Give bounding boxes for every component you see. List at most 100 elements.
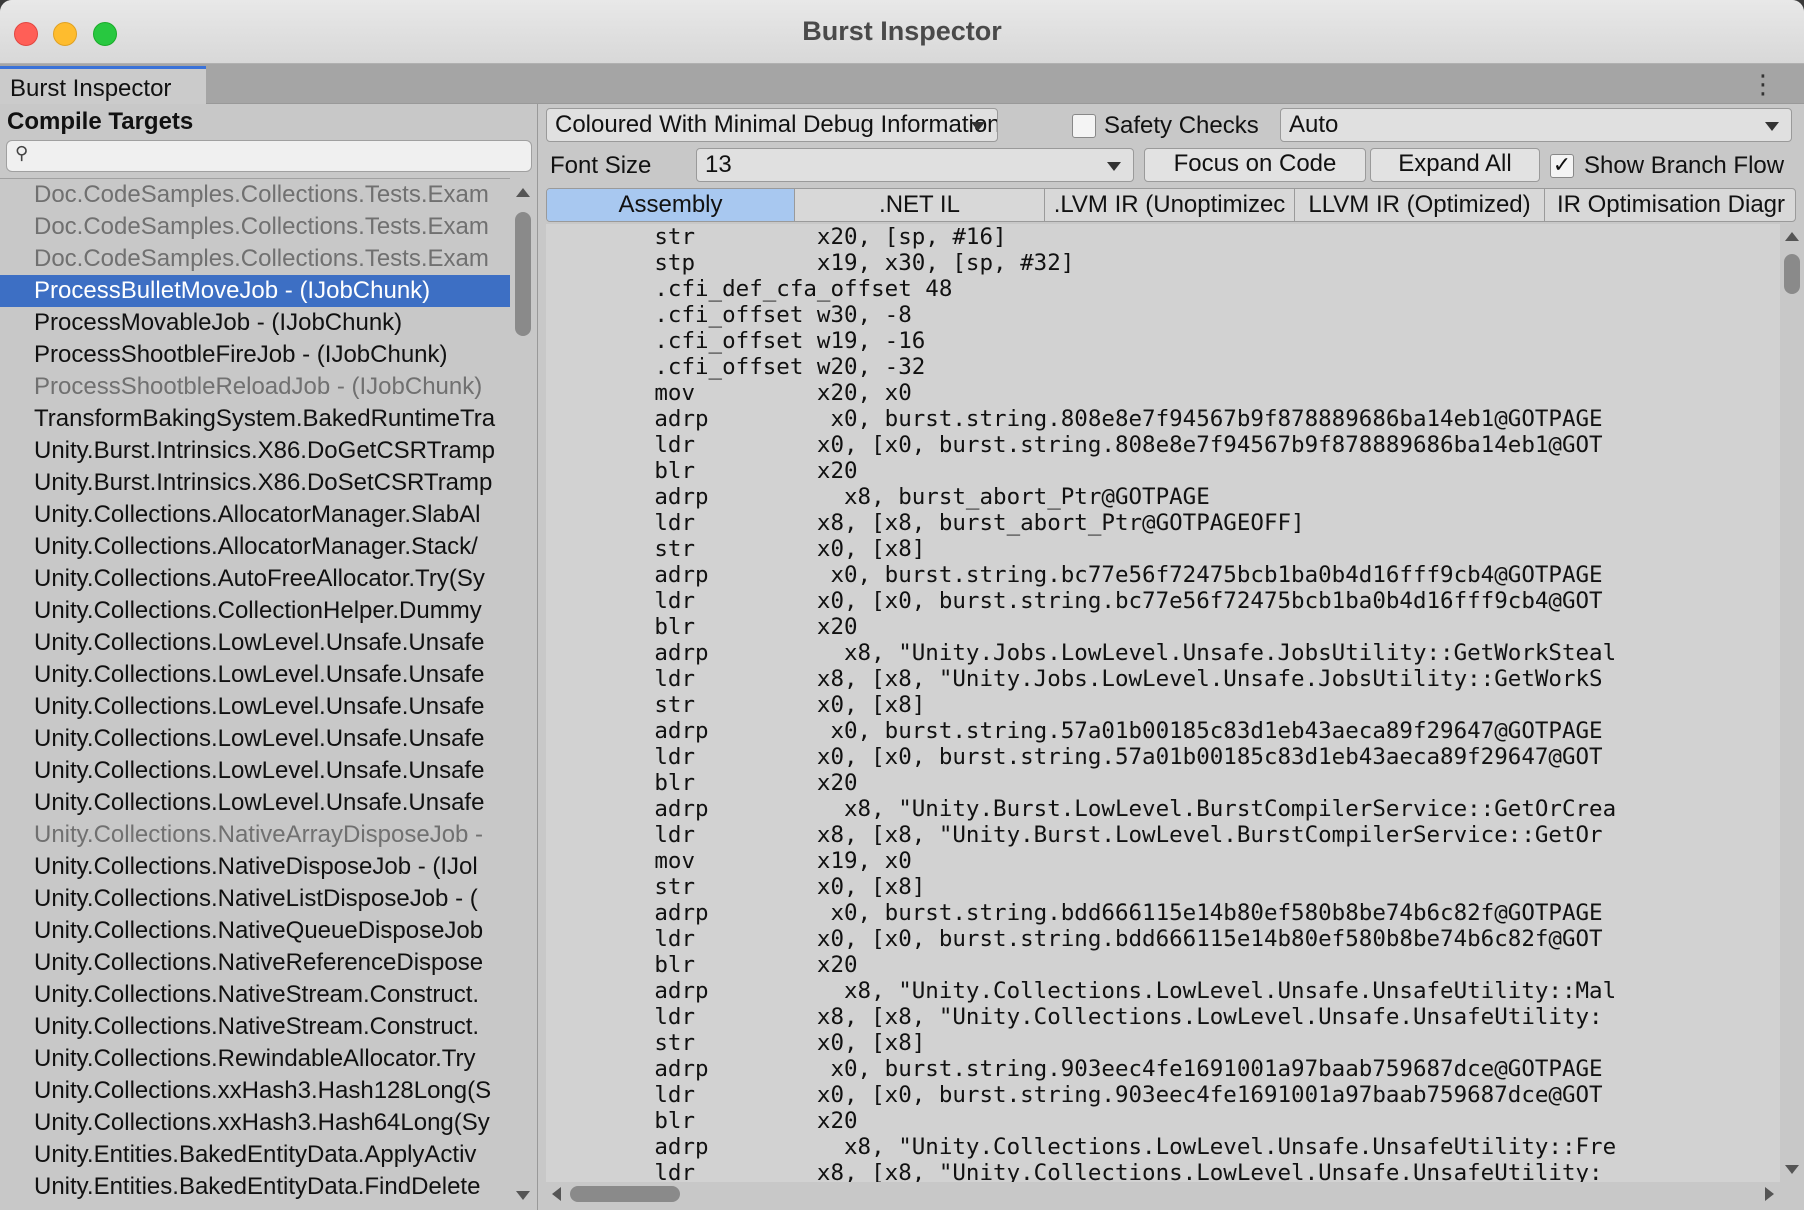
compile-target-item[interactable]: Unity.Burst.Intrinsics.X86.DoGetCSRTramp [0,435,510,467]
expand-all-button[interactable]: Expand All [1370,148,1540,182]
compile-target-item[interactable]: Unity.Collections.AllocatorManager.SlabA… [0,499,510,531]
compile-targets-panel: Compile Targets ⚲ Doc.CodeSamples.Collec… [0,104,538,1210]
compile-target-item[interactable]: Unity.Collections.LowLevel.Unsafe.Unsafe [0,787,510,819]
code-line: adrp x0, burst.string.bc77e56f72475bcb1b… [546,562,1603,588]
show-branch-flow-label: Show Branch Flow [1584,152,1785,179]
compile-target-item[interactable]: ProcessBulletMoveJob - (IJobChunk) [0,275,510,307]
code-line: blr x20 [546,1108,858,1134]
focus-on-code-button[interactable]: Focus on Code [1144,148,1366,182]
code-horizontal-scrollbar[interactable] [546,1182,1780,1206]
tab-llvm-ir-unoptimized[interactable]: .LVM IR (Unoptimizec [1045,189,1295,221]
compile-target-item[interactable]: Unity.Collections.AllocatorManager.Stack… [0,531,510,563]
code-line: .cfi_offset w30, -8 [546,302,912,328]
target-dropdown[interactable]: Auto [1280,108,1792,142]
scroll-thumb[interactable] [1784,254,1800,294]
burst-inspector-window: Burst Inspector Burst Inspector ⋮ Compil… [0,0,1804,1210]
code-line: ldr x0, [x0, burst.string.bc77e56f72475b… [546,588,1603,614]
scroll-down-arrow-icon[interactable] [516,1191,530,1200]
compile-target-item[interactable]: ProcessShootbleReloadJob - (IJobChunk) [0,371,510,403]
code-line: adrp x8, "Unity.Burst.LowLevel.BurstComp… [546,796,1617,822]
code-line: blr x20 [546,770,858,796]
chevron-down-icon [971,122,985,131]
targets-scrollbar[interactable] [512,178,536,1210]
compile-target-item[interactable]: Unity.Collections.NativeReferenceDispose [0,947,510,979]
compile-target-item[interactable]: Unity.Entities.BakedEntityData.ApplyActi… [0,1139,510,1171]
search-icon: ⚲ [15,143,29,163]
compile-target-item[interactable]: Unity.Collections.RewindableAllocator.Tr… [0,1043,510,1075]
code-line: ldr x0, [x0, burst.string.57a01b00185c83… [546,744,1603,770]
compile-target-item[interactable]: Unity.Collections.NativeStream.Construct… [0,979,510,1011]
font-size-dropdown[interactable]: 13 [696,148,1134,182]
scroll-left-arrow-icon[interactable] [552,1187,561,1201]
code-line: blr x20 [546,952,858,978]
search-input[interactable]: ⚲ [6,140,532,172]
compile-target-item[interactable]: ProcessShootbleFireJob - (IJobChunk) [0,339,510,371]
compile-target-item[interactable]: Unity.Collections.NativeDisposeJob - (IJ… [0,851,510,883]
output-mode-dropdown[interactable]: Coloured With Minimal Debug Information [546,108,998,142]
code-line: str x0, [x8] [546,1030,926,1056]
code-line: .cfi_offset w19, -16 [546,328,926,354]
compile-target-item[interactable]: Doc.CodeSamples.Collections.Tests.Exam [0,211,510,243]
code-line: mov x20, x0 [546,380,912,406]
code-line: blr x20 [546,614,858,640]
code-line: ldr x8, [x8, "Unity.Collections.LowLevel… [546,1004,1603,1030]
scroll-down-arrow-icon[interactable] [1785,1165,1799,1174]
font-size-label: Font Size [550,152,652,179]
compile-target-item[interactable]: Unity.Collections.xxHash3.Hash128Long(S [0,1075,510,1107]
code-line: .cfi_offset w20, -32 [546,354,926,380]
scroll-up-arrow-icon[interactable] [516,188,530,197]
output-mode-value: Coloured With Minimal Debug Information [555,111,998,138]
compile-target-item[interactable]: Unity.Collections.AutoFreeAllocator.Try(… [0,563,510,595]
compile-target-item[interactable]: Unity.Collections.NativeArrayDisposeJob … [0,819,510,851]
compile-target-item[interactable]: Unity.Burst.Intrinsics.X86.DoSetCSRTramp [0,467,510,499]
compile-target-item[interactable]: Unity.Collections.NativeStream.Construct… [0,1011,510,1043]
compile-target-item[interactable]: Unity.Collections.xxHash3.Hash64Long(Sy [0,1107,510,1139]
compile-target-item[interactable]: Unity.Collections.LowLevel.Unsafe.Unsafe [0,723,510,755]
safety-checks-checkbox[interactable] [1072,114,1096,138]
code-line: ldr x0, [x0, burst.string.808e8e7f94567b… [546,432,1603,458]
compile-target-item[interactable]: ProcessMovableJob - (IJobChunk) [0,307,510,339]
compile-target-item[interactable]: Unity.Collections.LowLevel.Unsafe.Unsafe [0,755,510,787]
compile-target-item[interactable]: Unity.Collections.CollectionHelper.Dummy [0,595,510,627]
code-line: adrp x8, "Unity.Collections.LowLevel.Uns… [546,978,1617,1004]
compile-target-item[interactable]: Doc.CodeSamples.Collections.Tests.Exam [0,243,510,275]
compile-targets-list: Doc.CodeSamples.Collections.Tests.Exam Do… [0,178,510,1210]
code-line: mov x19, x0 [546,848,912,874]
compile-target-item[interactable]: Unity.Collections.NativeListDisposeJob -… [0,883,510,915]
compile-target-item[interactable]: Unity.Collections.LowLevel.Unsafe.Unsafe [0,691,510,723]
chevron-down-icon [1107,162,1121,171]
compile-target-item[interactable]: Unity.Collections.LowLevel.Unsafe.Unsafe [0,659,510,691]
target-dropdown-value: Auto [1289,111,1339,138]
tab-assembly[interactable]: Assembly [547,189,795,221]
checkmark-icon: ✓ [1552,152,1572,177]
scroll-thumb[interactable] [515,212,531,336]
scroll-right-arrow-icon[interactable] [1765,1187,1774,1201]
tab-llvm-ir-optimized[interactable]: LLVM IR (Optimized) [1295,189,1545,221]
code-vertical-scrollbar[interactable] [1780,224,1804,1182]
code-line: adrp x8, burst_abort_Ptr@GOTPAGE [546,484,1210,510]
code-line: ldr x8, [x8, "Unity.Burst.LowLevel.Burst… [546,822,1603,848]
code-line: .cfi_def_cfa_offset 48 [546,276,953,302]
title-bar[interactable]: Burst Inspector [0,0,1804,64]
compile-target-item[interactable]: Unity.Collections.LowLevel.Unsafe.Unsafe [0,627,510,659]
show-branch-flow-checkbox[interactable]: ✓ [1550,154,1574,178]
code-line: ldr x8, [x8, burst_abort_Ptr@GOTPAGEOFF] [546,510,1305,536]
output-panel: Coloured With Minimal Debug Information … [540,104,1804,1210]
code-line: adrp x8, "Unity.Collections.LowLevel.Uns… [546,1134,1617,1160]
window-title: Burst Inspector [802,16,1002,46]
code-line: ldr x8, [x8, "Unity.Collections.LowLevel… [546,1160,1603,1182]
compile-target-item[interactable]: Unity.Collections.NativeQueueDisposeJob [0,915,510,947]
code-line: ldr x8, [x8, "Unity.Jobs.LowLevel.Unsafe… [546,666,1603,692]
scroll-up-arrow-icon[interactable] [1785,232,1799,241]
scroll-thumb[interactable] [570,1186,680,1202]
more-options-icon[interactable]: ⋮ [1750,70,1776,98]
compile-target-item[interactable]: Unity.Entities.BakedEntityData.FindDelet… [0,1171,510,1203]
compile-targets-heading: Compile Targets [7,108,194,135]
assembly-code-view[interactable]: str x20, [sp, #16] stp x19, x30, [sp, #3… [546,224,1780,1182]
tab-burst-inspector[interactable]: Burst Inspector [0,66,206,104]
code-line: adrp x0, burst.string.808e8e7f94567b9f87… [546,406,1603,432]
tab-ir-optimisation-diagnostics[interactable]: IR Optimisation Diagr [1545,189,1795,221]
compile-target-item[interactable]: Doc.CodeSamples.Collections.Tests.Exam [0,179,510,211]
compile-target-item[interactable]: TransformBakingSystem.BakedRuntimeTra [0,403,510,435]
tab-net-il[interactable]: .NET IL [795,189,1045,221]
